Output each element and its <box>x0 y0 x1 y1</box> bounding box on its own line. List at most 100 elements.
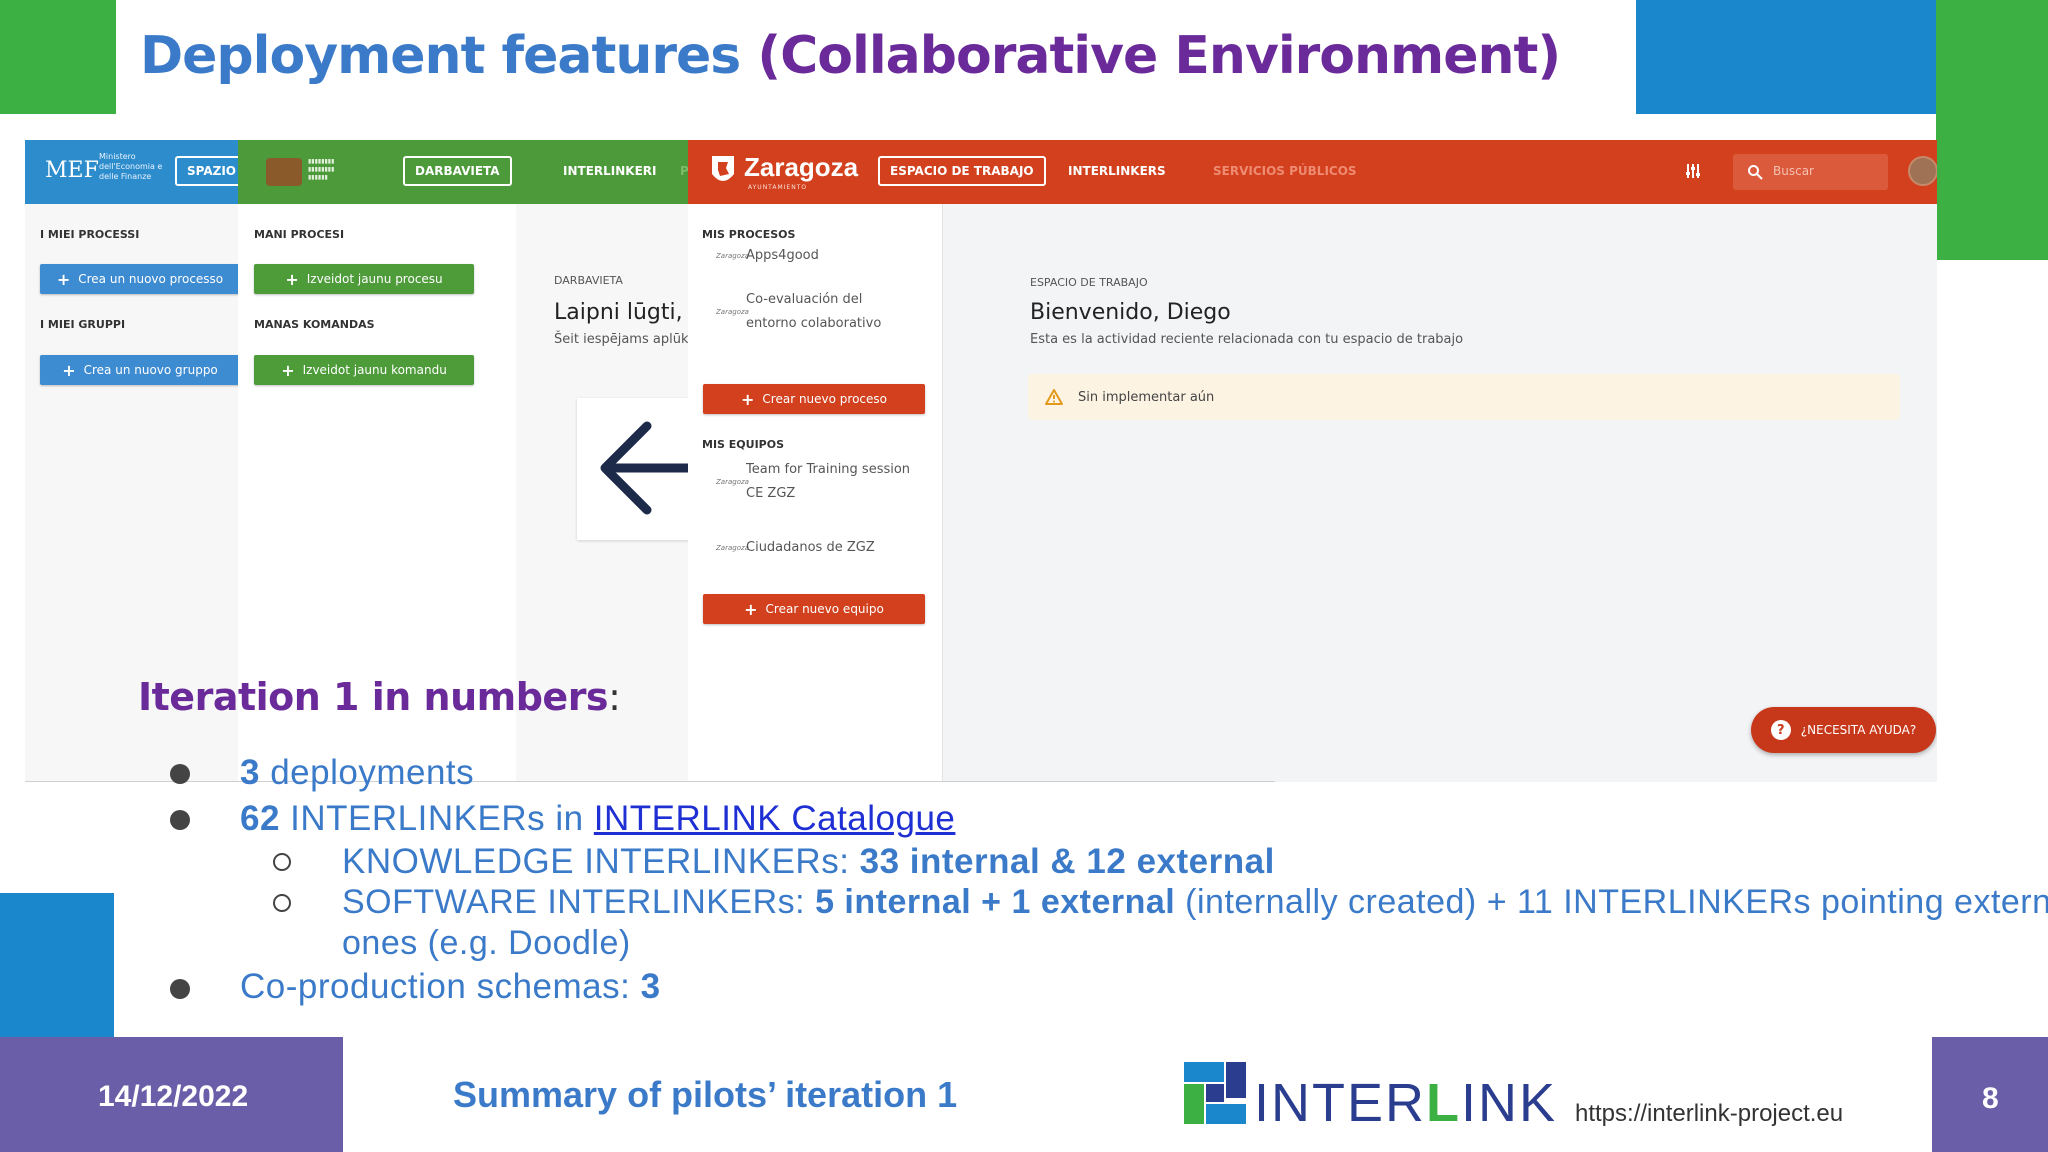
latvia-processes-label: MANI PROCESI <box>254 228 345 241</box>
process-item[interactable]: Zaragoza Apps4good <box>716 248 926 263</box>
schemas-count: 3 <box>640 967 661 1006</box>
slide-title: Deployment features (Collaborative Envir… <box>140 26 1561 86</box>
software-prefix: SOFTWARE INTERLINKERs: <box>342 883 816 921</box>
interlink-wordmark-prefix: INTER <box>1254 1073 1426 1133</box>
deployments-count: 3 <box>240 753 260 792</box>
latvia-new-team-label: Izveidot jaunu komandu <box>302 363 447 377</box>
title-main: Deployment features <box>140 26 741 86</box>
zaragoza-processes-label: MIS PROCESOS <box>702 228 796 241</box>
team-item[interactable]: Zaragoza Team for Training session CE ZG… <box>716 458 916 506</box>
latvia-main-label: DARBAVIETA <box>554 274 623 287</box>
software-suffix: (internally created) + 11 INTERLINKERs p… <box>1175 883 2048 921</box>
software-value: 5 internal + 1 external <box>815 883 1176 921</box>
latvia-new-process-button[interactable]: + Izveidot jaunu procesu <box>254 264 474 294</box>
latvia-header: ▮▮▮▮▮▮▮▮ ▮▮▮▮▮▮▮▮ ▮▮▮▮▮▮ DARBAVIETA INTERL… <box>238 140 708 204</box>
warning-text: Sin implementar aún <box>1078 389 1215 405</box>
process-item-label: Apps4good <box>746 248 819 263</box>
zaragoza-mini-logo-icon: Zaragoza <box>716 543 749 552</box>
mef-logo-sub: Ministero dell'Economia e delle Finanze <box>99 152 163 181</box>
process-item[interactable]: Zaragoza Co-evaluación del entorno colab… <box>716 288 916 336</box>
plus-icon: + <box>741 389 755 409</box>
zaragoza-new-team-button[interactable]: + Crear nuevo equipo <box>703 594 925 624</box>
zaragoza-teams-label: MIS EQUIPOS <box>702 438 785 451</box>
team-item-label: Ciudadanos de ZGZ <box>746 540 875 555</box>
zaragoza-brand-sub: AYUNTAMIENTO <box>748 184 808 191</box>
mef-logo: MEF <box>45 158 99 183</box>
bullet-icon <box>170 764 190 784</box>
plus-icon: + <box>62 360 76 380</box>
interlink-wordmark-l: L <box>1426 1073 1461 1133</box>
italy-header: MEF Ministero dell'Economia e delle Fina… <box>25 140 248 204</box>
decor-blue-bottom-left <box>0 893 114 1037</box>
bullet-icon <box>170 810 190 830</box>
zaragoza-mini-logo-icon: Zaragoza <box>716 251 749 260</box>
latvia-emblem-icon <box>266 158 302 186</box>
zaragoza-public-services-link[interactable]: SERVICIOS PÚBLICOS <box>1213 164 1357 178</box>
schemas-text: Co-production schemas: <box>240 967 641 1006</box>
italy-new-process-button[interactable]: + Crea un nuovo processo <box>40 264 240 294</box>
zaragoza-search-input[interactable]: Buscar <box>1733 154 1888 190</box>
iteration-title-text: Iteration 1 in numbers <box>138 675 609 719</box>
zaragoza-workspace-button[interactable]: ESPACIO DE TRABAJO <box>878 156 1046 186</box>
interlink-wordmark: INTERLINK <box>1254 1072 1557 1134</box>
zaragoza-panel: Zaragoza AYUNTAMIENTO ESPACIO DE TRABAJO… <box>688 140 1937 782</box>
interlink-wordmark-suffix: INK <box>1461 1073 1558 1133</box>
zaragoza-welcome: Bienvenido, Diego <box>1030 300 1231 325</box>
zaragoza-lion-icon <box>712 156 734 181</box>
zaragoza-new-process-label: Crear nuevo proceso <box>762 392 887 406</box>
list-item-software: SOFTWARE INTERLINKERs: 5 internal + 1 ex… <box>342 883 2048 922</box>
iteration-title-colon: : <box>608 675 621 719</box>
zaragoza-interlinkers-link[interactable]: INTERLINKERS <box>1068 164 1166 178</box>
list-item-interlinkers: 62 INTERLINKERs in INTERLINK Catalogue <box>240 799 955 839</box>
knowledge-value: 33 internal & 12 external <box>859 842 1275 881</box>
list-item-schemas: Co-production schemas: 3 <box>240 967 661 1007</box>
plus-icon: + <box>285 269 299 289</box>
title-highlight: (Collaborative Environment) <box>757 26 1561 86</box>
filter-settings-icon[interactable] <box>1684 162 1702 180</box>
footer-date: 14/12/2022 <box>98 1080 249 1113</box>
latvia-interlinkers-link[interactable]: INTERLINKERI <box>563 164 657 178</box>
arrow-card <box>577 398 700 540</box>
iteration-title: Iteration 1 in numbers: <box>138 675 621 719</box>
decor-blue-top-right <box>1636 0 1936 114</box>
question-icon: ? <box>1770 720 1791 740</box>
latvia-new-team-button[interactable]: + Izveidot jaunu komandu <box>254 355 474 385</box>
help-button-label: ¿NECESITA AYUDA? <box>1800 723 1917 737</box>
plus-icon: + <box>281 360 295 380</box>
knowledge-prefix: KNOWLEDGE INTERLINKERs: <box>342 842 860 881</box>
italy-processes-label: I MIEI PROCESSI <box>40 228 140 241</box>
interlinkers-count: 62 <box>240 799 280 838</box>
team-item-label: Team for Training session CE ZGZ <box>746 462 911 501</box>
interlink-logo-icon <box>1184 1062 1246 1124</box>
decor-green-top-left <box>0 0 116 114</box>
help-button[interactable]: ? ¿NECESITA AYUDA? <box>1751 707 1936 753</box>
sub-bullet-icon <box>273 894 291 912</box>
search-icon <box>1748 165 1763 180</box>
latvia-ministry-text: ▮▮▮▮▮▮▮▮ ▮▮▮▮▮▮▮▮ ▮▮▮▮▮▮ <box>308 158 335 181</box>
arrow-left-icon <box>600 421 700 515</box>
user-avatar[interactable] <box>1908 156 1937 186</box>
plus-icon: + <box>56 269 71 289</box>
zaragoza-mini-logo-icon: Zaragoza <box>716 478 749 486</box>
italy-groups-label: I MIEI GRUPPI <box>40 318 126 331</box>
team-item[interactable]: Zaragoza Ciudadanos de ZGZ <box>716 540 926 555</box>
divider-line <box>25 781 1275 782</box>
process-item-label: Co-evaluación del entorno colaborativo <box>746 292 882 331</box>
zaragoza-header: Zaragoza AYUNTAMIENTO ESPACIO DE TRABAJO… <box>688 140 1937 204</box>
zaragoza-new-team-label: Crear nuevo equipo <box>765 602 884 616</box>
latvia-new-process-label: Izveidot jaunu procesu <box>306 272 443 286</box>
italy-new-group-button[interactable]: + Crea un nuovo gruppo <box>40 355 240 385</box>
zaragoza-brand: Zaragoza <box>744 152 859 182</box>
zaragoza-sidebar: MIS PROCESOS Zaragoza Apps4good Zaragoza… <box>688 204 943 782</box>
page-number: 8 <box>1982 1082 1999 1115</box>
latvia-workspace-button[interactable]: DARBAVIETA <box>403 156 512 186</box>
interlinkers-text: INTERLINKERs in <box>279 799 594 838</box>
decor-green-right <box>1936 0 2048 260</box>
zaragoza-new-process-button[interactable]: + Crear nuevo proceso <box>703 384 925 414</box>
bullet-icon <box>170 979 190 999</box>
zaragoza-main-label: ESPACIO DE TRABAJO <box>1030 276 1148 289</box>
interlink-catalogue-link[interactable]: INTERLINK Catalogue <box>594 799 956 838</box>
italy-new-process-label: Crea un nuovo processo <box>78 272 224 286</box>
footer-url[interactable]: https://interlink-project.eu <box>1575 1100 1843 1128</box>
sub-bullet-icon <box>273 853 291 871</box>
